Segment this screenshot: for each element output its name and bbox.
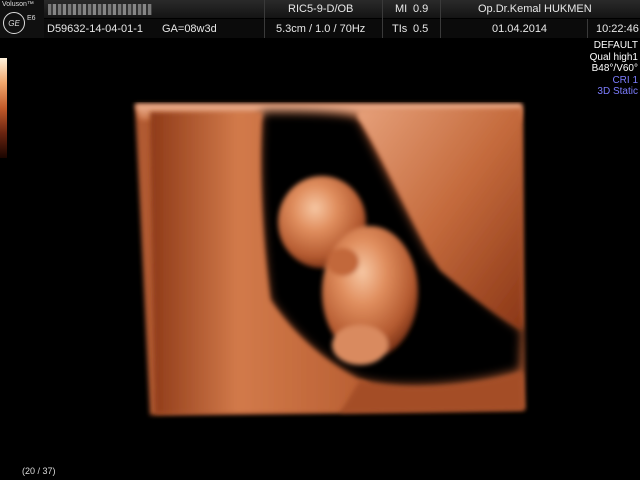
tis-label: TIs: [392, 22, 408, 35]
device-model: E6: [27, 15, 36, 22]
header-bottom-row: D59632-14-04-01-1 GA=08w3d 5.3cm / 1.0 /…: [0, 19, 640, 38]
setting-mode: 3D Static: [597, 86, 638, 97]
redacted-patient-name: [48, 4, 152, 15]
scan-parameters: 5.3cm / 1.0 / 70Hz: [276, 22, 366, 35]
header-divider: [440, 0, 441, 38]
setting-preset: DEFAULT: [593, 40, 638, 51]
exam-date: 01.04.2014: [492, 22, 548, 35]
header-top-row: RIC5-9-D/OB MI 0.9 Op.Dr.Kemal HUKMEN: [0, 0, 640, 18]
header-divider: [587, 19, 588, 38]
imaging-settings-panel: DEFAULT Qual high1 B48°/V60° CRI 1 3D St…: [590, 40, 638, 98]
patient-id: D59632-14-04-01-1: [47, 22, 144, 35]
tis-value: 0.5: [413, 22, 429, 35]
setting-cri: CRI 1: [612, 74, 638, 86]
header-divider: [382, 0, 383, 38]
ultrasound-3d-render: [135, 104, 525, 415]
ge-voluson-logo: Voluson™ GE E6: [0, 0, 44, 38]
exam-time: 10:22:46: [596, 22, 639, 35]
mi-value: 0.9: [413, 3, 429, 15]
setting-quality: Qual high1: [589, 51, 638, 63]
setting-angles: B48°/V60°: [591, 63, 638, 74]
brand-name: Voluson™: [2, 1, 34, 8]
color-map-bar: [0, 58, 7, 158]
ge-logo-icon: GE: [3, 12, 25, 34]
doctor-name: Op.Dr.Kemal HUKMEN: [478, 3, 592, 15]
header-divider: [264, 0, 265, 38]
mi-label: MI: [395, 3, 408, 15]
probe-label: RIC5-9-D/OB: [288, 3, 354, 15]
frame-counter: (20 / 37): [22, 466, 56, 476]
gestational-age: GA=08w3d: [162, 22, 217, 35]
